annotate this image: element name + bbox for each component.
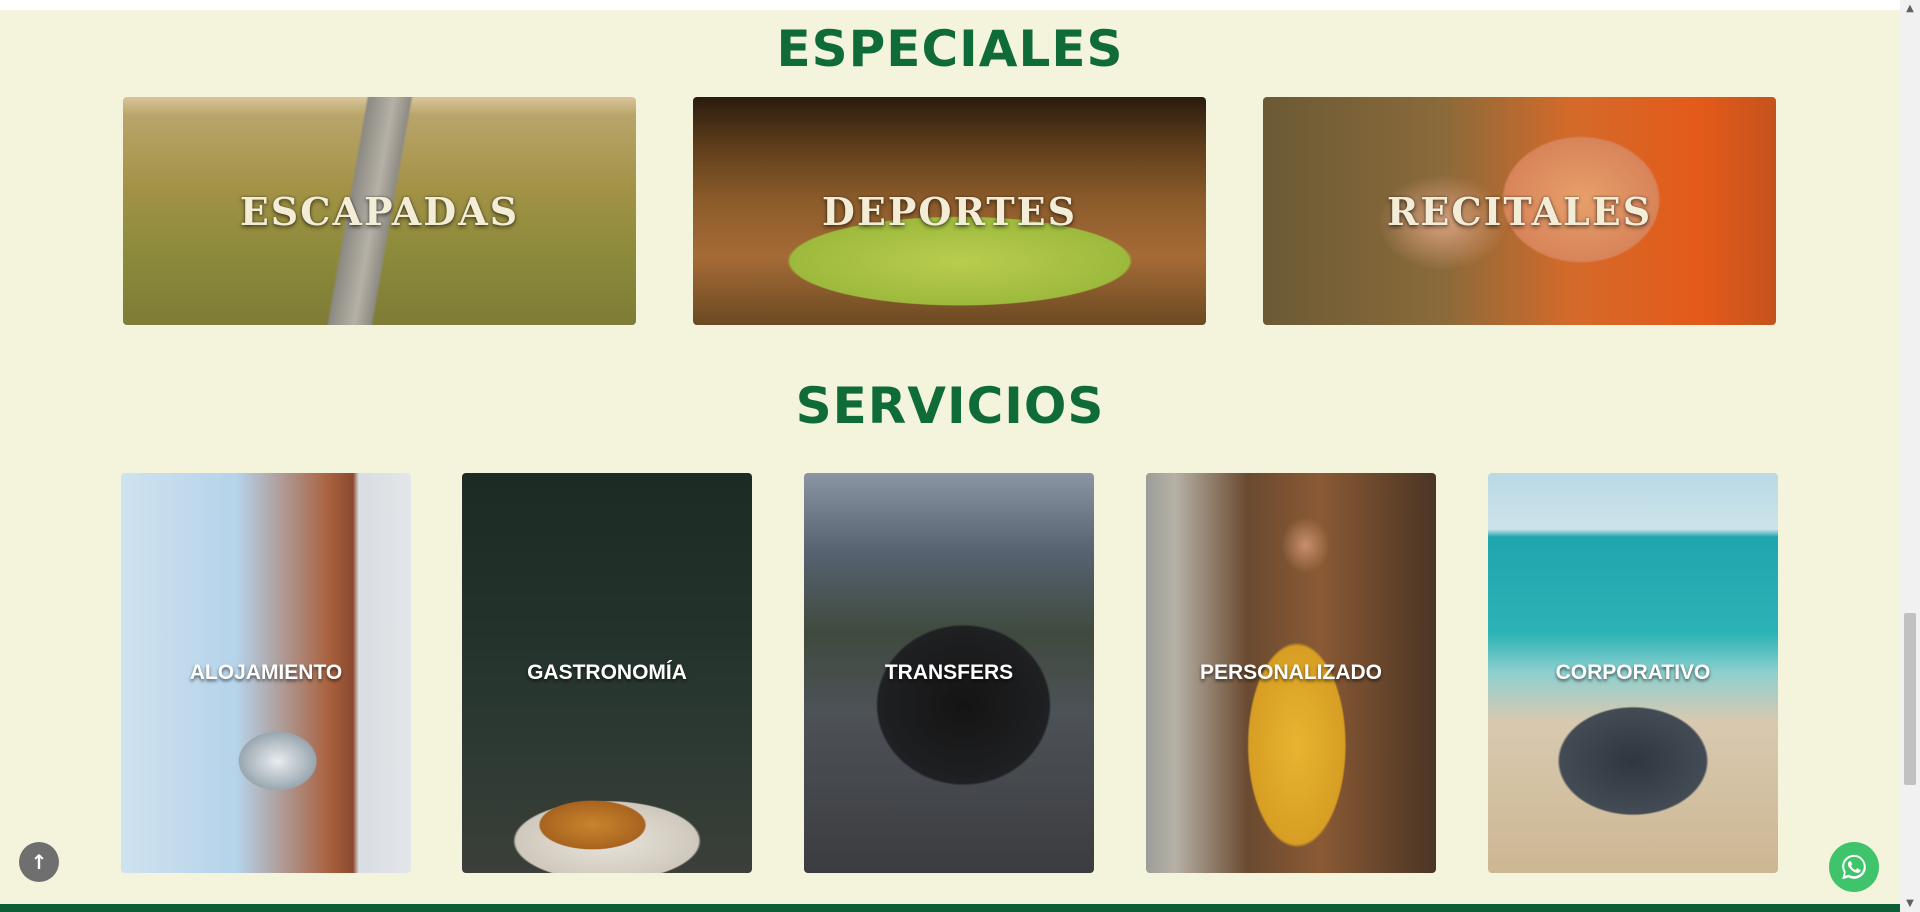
card-gastronomia[interactable]: GASTRONOMÍA [462,473,752,873]
arrow-up-icon: ↑ [30,850,48,874]
scroll-up-icon[interactable]: ▲ [1900,0,1920,17]
card-corporativo-label: CORPORATIVO [1555,661,1711,684]
card-alojamiento[interactable]: ALOJAMIENTO [121,473,411,873]
whatsapp-icon [1842,854,1866,880]
card-gastronomia-label: GASTRONOMÍA [527,661,687,684]
especiales-title: ESPECIALES [776,20,1124,78]
card-recitales[interactable]: RECITALES [1263,97,1776,325]
servicios-title: SERVICIOS [795,377,1105,435]
card-transfers-label: TRANSFERS [884,661,1014,684]
card-transfers[interactable]: TRANSFERS [804,473,1094,873]
card-personalizado-label: PERSONALIZADO [1199,661,1382,684]
card-escapadas-label: ESCAPADAS [239,188,520,234]
footer-band [0,904,1900,912]
top-strip [0,0,1900,10]
whatsapp-button[interactable] [1829,842,1879,892]
scrollbar-thumb[interactable] [1904,613,1916,785]
card-escapadas[interactable]: ESCAPADAS [123,97,636,325]
card-deportes-label: DEPORTES [821,188,1078,234]
back-to-top-button[interactable]: ↑ [19,842,59,882]
page-scrollbar[interactable]: ▲ ▼ [1900,0,1920,912]
card-alojamiento-label: ALOJAMIENTO [189,661,343,684]
card-corporativo[interactable]: CORPORATIVO [1488,473,1778,873]
card-recitales-label: RECITALES [1386,188,1653,234]
card-deportes[interactable]: DEPORTES [693,97,1206,325]
scroll-down-icon[interactable]: ▼ [1900,895,1920,912]
card-personalizado[interactable]: PERSONALIZADO [1146,473,1436,873]
